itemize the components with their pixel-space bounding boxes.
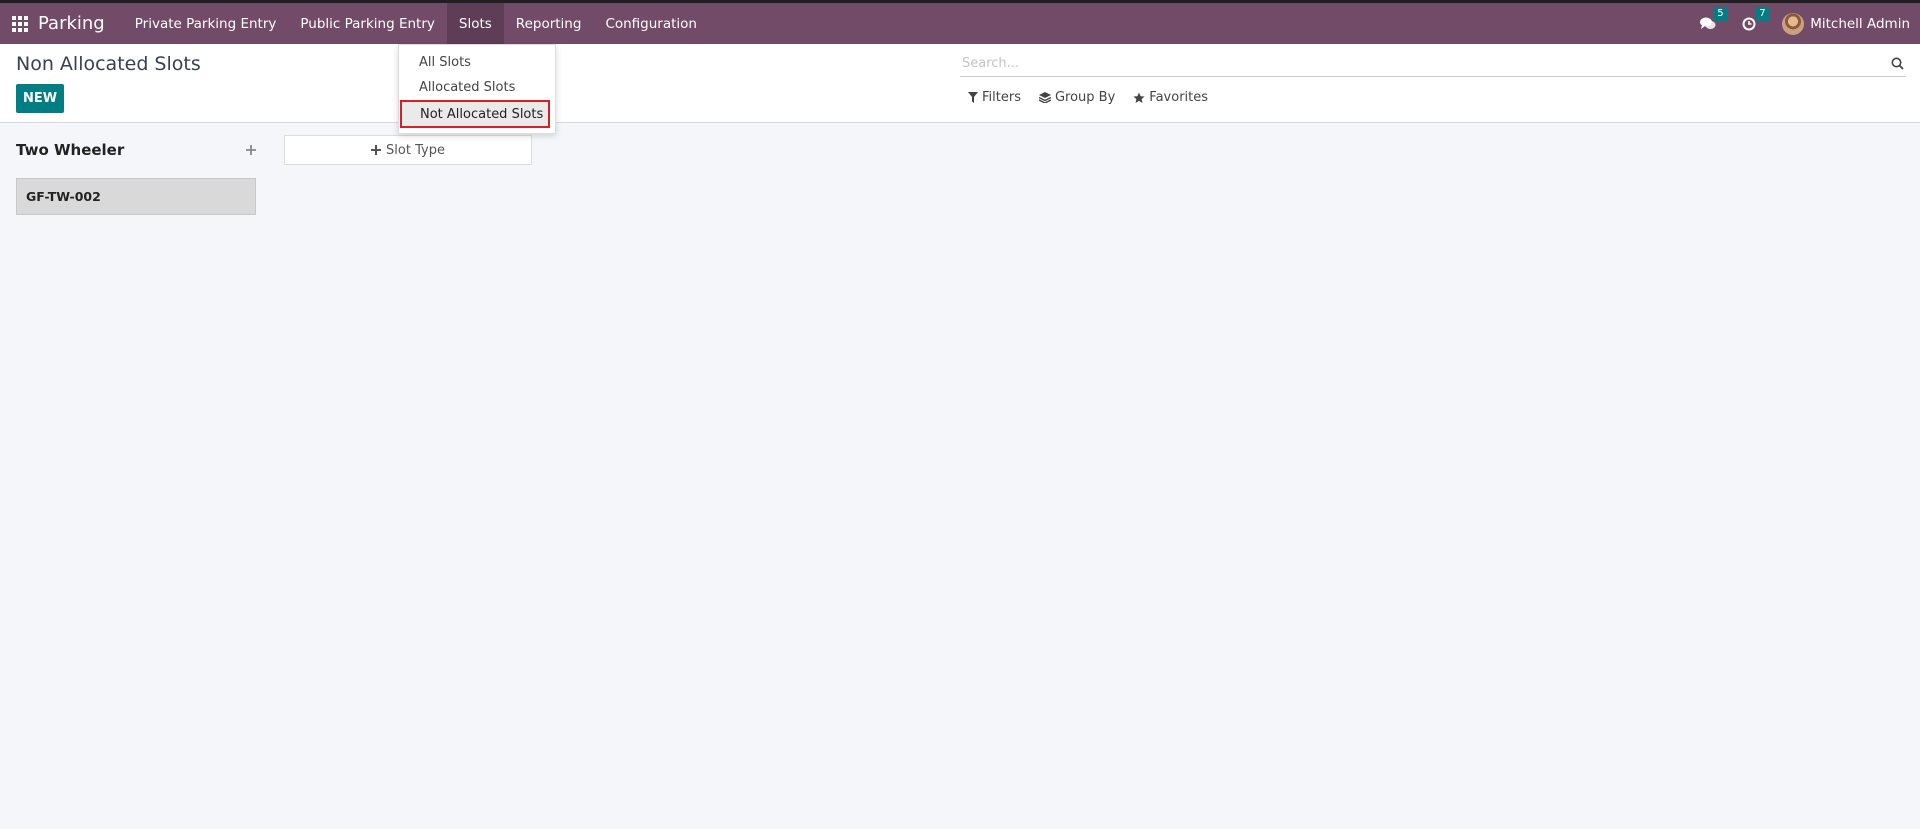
- menu-slots[interactable]: Slots: [446, 3, 504, 44]
- app-brand[interactable]: Parking: [38, 13, 105, 34]
- menu-public-parking-entry[interactable]: Public Parking Entry: [288, 3, 447, 44]
- messages-button[interactable]: 5: [1700, 6, 1728, 31]
- search-input[interactable]: [960, 54, 1888, 72]
- top-navbar: Parking Private Parking Entry Public Par…: [0, 0, 1920, 44]
- slots-dropdown-menu: All Slots Allocated Slots Not Allocated …: [398, 44, 556, 134]
- grid-icon: [12, 15, 28, 32]
- kanban-card[interactable]: GF-TW-002: [16, 178, 256, 215]
- menu-private-parking-entry[interactable]: Private Parking Entry: [123, 3, 289, 44]
- dropdown-item-not-allocated-slots[interactable]: Not Allocated Slots: [400, 100, 550, 128]
- filter-icon: [968, 92, 978, 103]
- search-bar: [960, 50, 1906, 77]
- dropdown-item-allocated-slots[interactable]: Allocated Slots: [419, 80, 515, 95]
- favorites-button[interactable]: Favorites: [1133, 90, 1208, 105]
- plus-icon: [246, 145, 256, 155]
- page-title: Non Allocated Slots: [16, 53, 201, 75]
- layers-icon: [1038, 92, 1051, 103]
- new-button[interactable]: NEW: [16, 84, 64, 113]
- dropdown-item-all-slots[interactable]: All Slots: [419, 55, 471, 70]
- navbar-systray: 5 7 Mitchell Admin: [1700, 3, 1920, 44]
- star-icon: [1133, 92, 1145, 103]
- add-slot-type-button[interactable]: Slot Type: [284, 135, 532, 165]
- control-panel: Non Allocated Slots NEW Filters Group By: [0, 44, 1920, 123]
- activities-count-badge: 7: [1755, 6, 1770, 21]
- menu-reporting[interactable]: Reporting: [504, 3, 594, 44]
- clock-icon: [1742, 17, 1756, 30]
- group-by-label: Group By: [1054, 90, 1116, 105]
- main-menu: Private Parking Entry Public Parking Ent…: [123, 3, 709, 44]
- user-name[interactable]: Mitchell Admin: [1810, 16, 1910, 32]
- search-options: Filters Group By Favorites: [968, 90, 1208, 105]
- messages-count-badge: 5: [1713, 6, 1728, 21]
- menu-configuration[interactable]: Configuration: [593, 3, 709, 44]
- favorites-label: Favorites: [1149, 90, 1209, 105]
- filters-button[interactable]: Filters: [968, 90, 1021, 105]
- plus-icon: [371, 145, 382, 155]
- kanban-column-title: Two Wheeler: [16, 141, 125, 159]
- group-by-button[interactable]: Group By: [1038, 90, 1116, 105]
- user-avatar[interactable]: [1782, 12, 1805, 35]
- activities-button[interactable]: 7: [1742, 6, 1770, 31]
- apps-menu-button[interactable]: [0, 3, 40, 44]
- filters-label: Filters: [982, 90, 1021, 105]
- column-quick-create-button[interactable]: [246, 140, 256, 159]
- search-icon[interactable]: [1888, 57, 1906, 70]
- add-slot-type-label: Slot Type: [386, 142, 445, 158]
